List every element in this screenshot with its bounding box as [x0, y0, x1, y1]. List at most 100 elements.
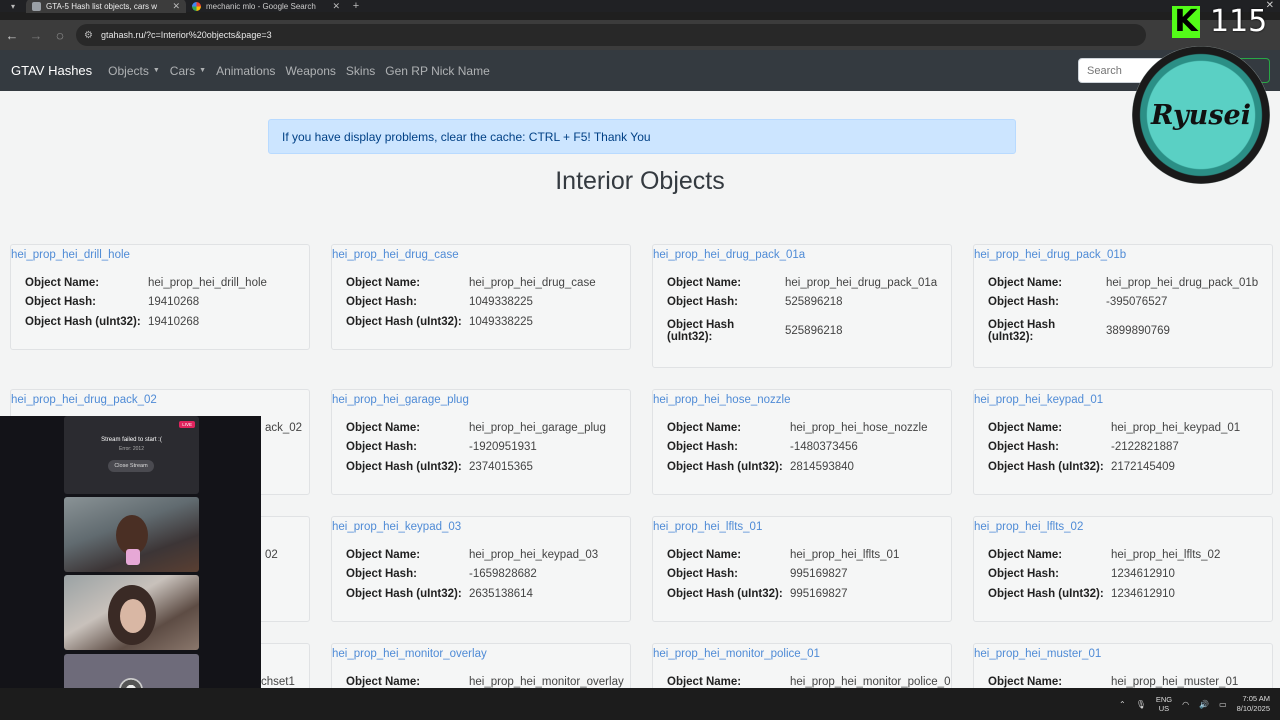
close-icon[interactable]: ✕: [172, 1, 180, 12]
object-image-link[interactable]: hei_prop_hei_keypad_01: [974, 390, 1272, 410]
site-brand[interactable]: GTAV Hashes: [11, 63, 92, 78]
object-image-link[interactable]: hei_prop_hei_lflts_01: [653, 517, 951, 537]
label-object-hash-uint32: Object Hash (uInt32):: [667, 460, 783, 473]
volume-icon[interactable]: 🔊: [1199, 700, 1209, 709]
nav-cars-dropdown[interactable]: Cars ▼: [170, 64, 206, 78]
tab-gtahash[interactable]: GTA-5 Hash list objects, cars w ✕: [26, 0, 186, 13]
object-hash-value: -1480373456: [790, 441, 858, 454]
label-object-hash-uint32: Object Hash (uInt32):: [667, 319, 785, 343]
label-object-name: Object Name:: [988, 675, 1063, 688]
object-image-link[interactable]: hei_prop_hei_hose_nozzle: [653, 390, 951, 410]
object-card: hei_prop_hei_drug_pack_01b Object Name: h…: [973, 244, 1273, 368]
object-name-value: 02: [265, 548, 278, 561]
object-card: hei_prop_hei_monitor_overlay Object Name…: [331, 643, 631, 688]
object-name-value: hei_prop_hei_keypad_01: [1111, 421, 1241, 434]
object-name-value: hei_prop_hei_muster_01: [1111, 675, 1239, 688]
object-image-link[interactable]: hei_prop_hei_lflts_02: [974, 517, 1272, 537]
object-card: hei_prop_hei_monitor_police_01 Object Na…: [652, 643, 952, 688]
object-image-link[interactable]: hei_prop_hei_drug_pack_01b: [974, 245, 1272, 265]
object-image-link[interactable]: hei_prop_hei_drug_pack_02: [11, 390, 309, 410]
language-indicator[interactable]: ENG US: [1156, 695, 1172, 713]
object-card: hei_prop_hei_hose_nozzle Object Name: hei…: [652, 389, 952, 495]
nav-label: Objects: [108, 63, 149, 78]
address-bar[interactable]: ⚙ gtahash.ru/?c=Interior%20objects&page=…: [76, 24, 1146, 46]
object-image-link[interactable]: hei_prop_hei_drug_case: [332, 245, 630, 265]
label-part: Object Hash: [667, 319, 735, 331]
nav-gen-rp-nick-name[interactable]: Gen RP Nick Name: [385, 64, 489, 78]
site-info-icon[interactable]: ⚙: [84, 30, 93, 41]
object-hash-value: 995169827: [790, 568, 848, 581]
close-stream-button[interactable]: Close Stream: [108, 460, 154, 472]
chevron-up-icon[interactable]: ⌃: [1119, 700, 1126, 709]
object-image-link[interactable]: hei_prop_hei_monitor_police_01: [653, 644, 951, 664]
object-name-value: hei_prop_hei_drug_case: [469, 276, 596, 289]
label-object-hash-uint32: Object Hash (uInt32):: [988, 587, 1104, 600]
label-part: (uInt32):: [988, 331, 1034, 343]
label-object-name: Object Name:: [667, 548, 742, 561]
label-object-hash: Object Hash:: [988, 441, 1059, 454]
card-body: Object Name: hei_prop_hei_muster_01: [974, 664, 1272, 688]
object-card: hei_prop_hei_muster_01 Object Name: hei_p…: [973, 643, 1273, 688]
viewer-count: 115: [1210, 4, 1268, 39]
object-name-value: hei_prop_hei_hose_nozzle: [790, 421, 928, 434]
microphone-icon[interactable]: 🎙: [1136, 700, 1146, 709]
wifi-icon[interactable]: ◠: [1182, 700, 1189, 709]
object-hash-uint32-value: 1049338225: [469, 315, 533, 328]
browser-tab-strip: ▾ GTA-5 Hash list objects, cars w ✕ mech…: [0, 0, 1280, 13]
stream-overlay: LIVE Stream failed to start :( Error: 20…: [0, 416, 261, 720]
object-hash-value: -2122821887: [1111, 441, 1179, 454]
tab-search-icon[interactable]: ▾: [0, 0, 26, 12]
new-tab-icon[interactable]: +: [346, 0, 366, 12]
object-hash-value: 19410268: [148, 296, 200, 309]
tab-google-search[interactable]: mechanic mlo - Google Search ✕: [186, 0, 346, 13]
caret-down-icon: ▼: [152, 67, 160, 74]
site-navbar: GTAV Hashes Objects ▼ Cars ▼ Animations We…: [0, 50, 1280, 91]
label-object-name: Object Name:: [667, 675, 742, 688]
loading-spinner-icon[interactable]: ◌: [48, 28, 72, 43]
object-image-link[interactable]: hei_prop_hei_muster_01: [974, 644, 1272, 664]
object-image-link[interactable]: hei_prop_hei_drug_pack_01a: [653, 245, 951, 265]
label-object-hash-uint32: Object Hash (uInt32):: [346, 587, 462, 600]
label-object-hash: Object Hash:: [988, 296, 1059, 309]
card-body: Object Name: hei_prop_hei_monitor_police_…: [653, 664, 951, 688]
stream-error: Error: 2012: [118, 446, 144, 452]
nav-weapons[interactable]: Weapons: [285, 64, 335, 78]
ryusei-logo: Ryusei: [1132, 46, 1270, 184]
object-card: hei_prop_hei_drill_hole Object Name: hei_…: [10, 244, 310, 350]
live-badge: LIVE: [179, 421, 195, 428]
object-image-link[interactable]: hei_prop_hei_drill_hole: [11, 245, 309, 265]
clock[interactable]: 7:05 AM 8/10/2025: [1237, 694, 1270, 714]
nav-objects-dropdown[interactable]: Objects ▼: [108, 64, 160, 78]
webcam-feed: [64, 497, 199, 572]
nav-animations[interactable]: Animations: [216, 64, 275, 78]
label-object-hash-uint32: Object Hash (uInt32):: [346, 460, 462, 473]
kick-logo: K: [1172, 5, 1200, 38]
object-hash-value: -1659828682: [469, 568, 537, 581]
url-text: gtahash.ru/?c=Interior%20objects&page=3: [100, 30, 272, 40]
battery-icon[interactable]: ▭: [1219, 700, 1227, 709]
close-icon[interactable]: ✕: [332, 1, 340, 12]
object-name-value: ack_02: [265, 421, 303, 434]
label-object-hash: Object Hash:: [25, 296, 96, 309]
object-hash-uint32-value: 2374015365: [469, 460, 533, 473]
forward-arrow-icon[interactable]: →: [24, 28, 48, 43]
object-hash-uint32-value: 19410268: [148, 315, 200, 328]
label-object-name: Object Name:: [346, 276, 421, 289]
object-image-link[interactable]: hei_prop_hei_keypad_03: [332, 517, 630, 537]
logo-text: Ryusei: [1151, 99, 1251, 131]
label-part: Object Hash: [988, 319, 1056, 331]
nav-skins[interactable]: Skins: [346, 64, 375, 78]
object-hash-value: -395076527: [1106, 296, 1168, 309]
object-name-value: hei_prop_hei_drug_pack_01b: [1106, 276, 1259, 289]
object-image-link[interactable]: hei_prop_hei_garage_plug: [332, 390, 630, 410]
cache-alert: If you have display problems, clear the …: [268, 119, 1016, 154]
object-name-value: hei_prop_hei_monitor_overlay: [469, 675, 624, 688]
card-body: Object Name: hei_prop_hei_lflts_01 Object…: [653, 537, 951, 614]
participant-face: [120, 599, 146, 633]
object-hash-uint32-value: 2172145409: [1111, 460, 1175, 473]
object-image-link[interactable]: hei_prop_hei_monitor_overlay: [332, 644, 630, 664]
microphone-icon: [126, 549, 140, 565]
object-hash-value: 1234612910: [1111, 568, 1175, 581]
label-object-hash-uint32: Object Hash (uInt32):: [988, 319, 1106, 343]
back-arrow-icon[interactable]: ←: [0, 28, 24, 43]
